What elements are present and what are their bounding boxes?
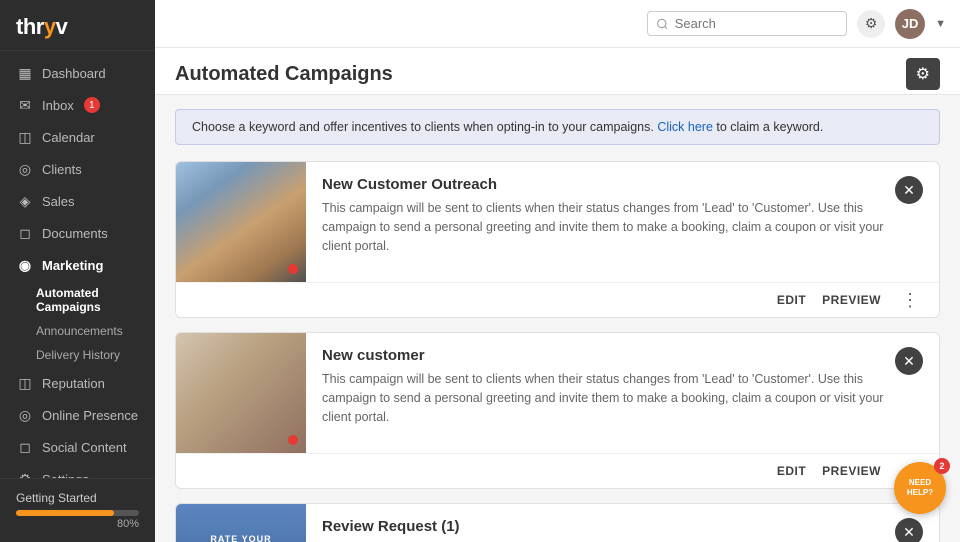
social-content-icon: ◻ [16,438,34,456]
campaign-description: This campaign will be sent to clients wh… [322,199,885,255]
sidebar-nav: ▦ Dashboard ✉ Inbox 1 ◫ Calendar ◎ Clien… [0,51,155,478]
marketing-subnav: Automated Campaigns Announcements Delive… [0,281,155,367]
sidebar-item-reputation[interactable]: ◫ Reputation [0,367,155,399]
reputation-icon: ◫ [16,374,34,392]
campaign-body: New Customer Outreach This campaign will… [176,162,939,282]
campaign-info: New customer This campaign will be sent … [306,333,939,453]
sidebar-item-documents[interactable]: ◻ Documents [0,217,155,249]
campaign-title: New customer [322,347,885,364]
sidebar: thryv ▦ Dashboard ✉ Inbox 1 ◫ Calendar ◎… [0,0,155,542]
campaign-card-new-customer-outreach: New Customer Outreach This campaign will… [175,161,940,318]
sidebar-item-label: Inbox [42,98,74,113]
campaign-toggle[interactable]: ✕ [895,518,923,542]
banner-link[interactable]: Click here [657,120,713,134]
status-dot [288,435,298,445]
sidebar-item-sales[interactable]: ◈ Sales [0,185,155,217]
campaign-top-row: Review Request (1) This campaign will be… [322,518,923,542]
campaign-description: This campaign will be sent to clients wh… [322,370,885,426]
banner-text: Choose a keyword and offer incentives to… [192,120,654,134]
clients-icon: ◎ [16,160,34,178]
content-inner: Choose a keyword and offer incentives to… [155,109,960,542]
campaign-footer: EDIT PREVIEW ⋮ [176,282,939,317]
search-icon [656,17,669,31]
sidebar-item-label: Online Presence [42,408,138,423]
sidebar-item-marketing[interactable]: ◉ Marketing [0,249,155,281]
sidebar-item-label: Calendar [42,130,95,145]
avatar[interactable]: JD [895,9,925,39]
campaign-image-dogs [176,162,306,282]
more-options-button[interactable]: ⋮ [897,291,923,309]
campaign-top-row: New customer This campaign will be sent … [322,347,923,426]
sidebar-item-clients[interactable]: ◎ Clients [0,153,155,185]
logo-area: thryv [0,0,155,51]
inbox-icon: ✉ [16,96,34,114]
sidebar-item-label: Marketing [42,258,103,273]
documents-icon: ◻ [16,224,34,242]
getting-started-label: Getting Started [16,491,139,505]
search-input[interactable] [675,16,838,31]
campaign-info: Review Request (1) This campaign will be… [306,504,939,542]
thryv-logo: thryv [16,14,139,40]
page-settings-button[interactable]: ⚙ [906,58,940,90]
topbar: ⚙ JD ▼ [155,0,960,48]
content-area: Automated Campaigns ⚙ Choose a keyword a… [155,48,960,542]
info-banner: Choose a keyword and offer incentives to… [175,109,940,145]
sidebar-item-label: Clients [42,162,82,177]
campaign-body: RATE YOUR EXPERIENCE ★★★★★ Submit Review… [176,504,939,542]
sidebar-item-online-presence[interactable]: ◎ Online Presence [0,399,155,431]
online-presence-icon: ◎ [16,406,34,424]
calendar-icon: ◫ [16,128,34,146]
preview-button[interactable]: PREVIEW [822,293,881,307]
sidebar-item-label: Dashboard [42,66,106,81]
status-dot [288,264,298,274]
campaign-top-row: New Customer Outreach This campaign will… [322,176,923,255]
subnav-delivery-history[interactable]: Delivery History [36,343,155,367]
campaign-info: New Customer Outreach This campaign will… [306,162,939,282]
sidebar-footer: Getting Started 80% [0,478,155,542]
subnav-announcements[interactable]: Announcements [36,319,155,343]
sales-icon: ◈ [16,192,34,210]
sidebar-item-label: Documents [42,226,108,241]
inbox-badge: 1 [84,97,100,113]
campaign-footer: EDIT PREVIEW ⋮ [176,453,939,488]
settings-icon: ⚙ [16,470,34,478]
need-help-badge: 2 [934,458,950,474]
progress-percentage: 80% [16,518,139,530]
need-help-label: NEEDHELP? [907,478,933,499]
sidebar-item-label: Reputation [42,376,105,391]
campaign-title: Review Request (1) [322,518,885,535]
sidebar-item-social-content[interactable]: ◻ Social Content [0,431,155,463]
edit-button[interactable]: EDIT [777,293,806,307]
sidebar-item-settings[interactable]: ⚙ Settings [0,463,155,478]
dropdown-chevron-icon[interactable]: ▼ [935,18,946,30]
preview-button[interactable]: PREVIEW [822,464,881,478]
banner-suffix: to claim a keyword. [713,120,823,134]
campaign-image-grooming [176,333,306,453]
campaign-image-rate: RATE YOUR EXPERIENCE ★★★★★ Submit [176,504,306,542]
campaign-card-new-customer: New customer This campaign will be sent … [175,332,940,489]
dashboard-icon: ▦ [16,64,34,82]
settings-topbar-button[interactable]: ⚙ [857,10,885,38]
sidebar-item-calendar[interactable]: ◫ Calendar [0,121,155,153]
edit-button[interactable]: EDIT [777,464,806,478]
progress-bar-bg [16,510,139,516]
campaign-body: New customer This campaign will be sent … [176,333,939,453]
rate-title: RATE YOUR EXPERIENCE [188,534,294,542]
campaign-title: New Customer Outreach [322,176,885,193]
campaign-toggle[interactable]: ✕ [895,176,923,204]
sidebar-item-inbox[interactable]: ✉ Inbox 1 [0,89,155,121]
subnav-automated-campaigns[interactable]: Automated Campaigns [36,281,155,319]
need-help-button[interactable]: 2 NEEDHELP? [894,462,946,514]
page-title: Automated Campaigns [175,63,393,86]
sidebar-item-label: Sales [42,194,75,209]
sidebar-item-dashboard[interactable]: ▦ Dashboard [0,57,155,89]
progress-bar-fill [16,510,114,516]
campaign-toggle[interactable]: ✕ [895,347,923,375]
main-content: ⚙ JD ▼ Automated Campaigns ⚙ Choose a ke… [155,0,960,542]
campaign-card-review-request: RATE YOUR EXPERIENCE ★★★★★ Submit Review… [175,503,940,542]
sidebar-item-label: Social Content [42,440,127,455]
search-box[interactable] [647,11,847,36]
marketing-icon: ◉ [16,256,34,274]
